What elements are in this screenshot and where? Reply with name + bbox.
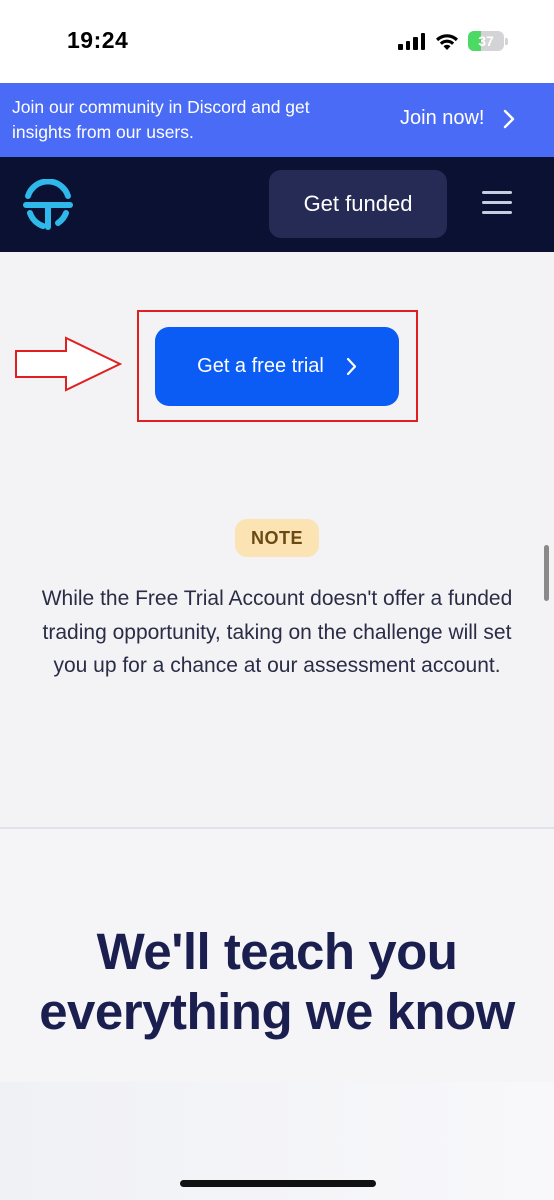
hamburger-menu-icon[interactable] bbox=[482, 191, 512, 215]
free-trial-button[interactable]: Get a free trial bbox=[155, 327, 399, 406]
join-now-label: Join now! bbox=[400, 107, 485, 129]
banner-text: Join our community in Discord and get in… bbox=[12, 97, 310, 142]
status-time: 19:24 bbox=[67, 27, 129, 53]
brand-logo-icon[interactable] bbox=[22, 178, 74, 236]
battery-cap bbox=[505, 37, 508, 45]
wifi-icon bbox=[434, 32, 460, 51]
status-bar: 19:24 37 bbox=[0, 0, 554, 83]
home-indicator[interactable] bbox=[180, 1180, 376, 1187]
free-trial-label: Get a free trial bbox=[197, 355, 324, 377]
note-text: While the Free Trial Account doesn't off… bbox=[41, 587, 513, 677]
section-heading: We'll teach you everything we know bbox=[39, 923, 515, 1040]
join-now-link[interactable]: Join now! bbox=[400, 107, 515, 130]
note-badge: NOTE bbox=[235, 519, 319, 557]
battery-level: 37 bbox=[478, 33, 494, 49]
chevron-right-icon bbox=[346, 357, 356, 376]
annotation-arrow-icon bbox=[15, 336, 122, 392]
status-icons: 37 bbox=[398, 29, 508, 53]
battery-icon: 37 bbox=[468, 31, 504, 51]
get-funded-button[interactable]: Get funded bbox=[269, 170, 447, 238]
scrollbar[interactable] bbox=[544, 545, 549, 601]
signal-icon bbox=[398, 32, 426, 50]
chevron-right-icon bbox=[503, 109, 514, 128]
discord-banner[interactable]: Join our community in Discord and get in… bbox=[0, 83, 554, 157]
